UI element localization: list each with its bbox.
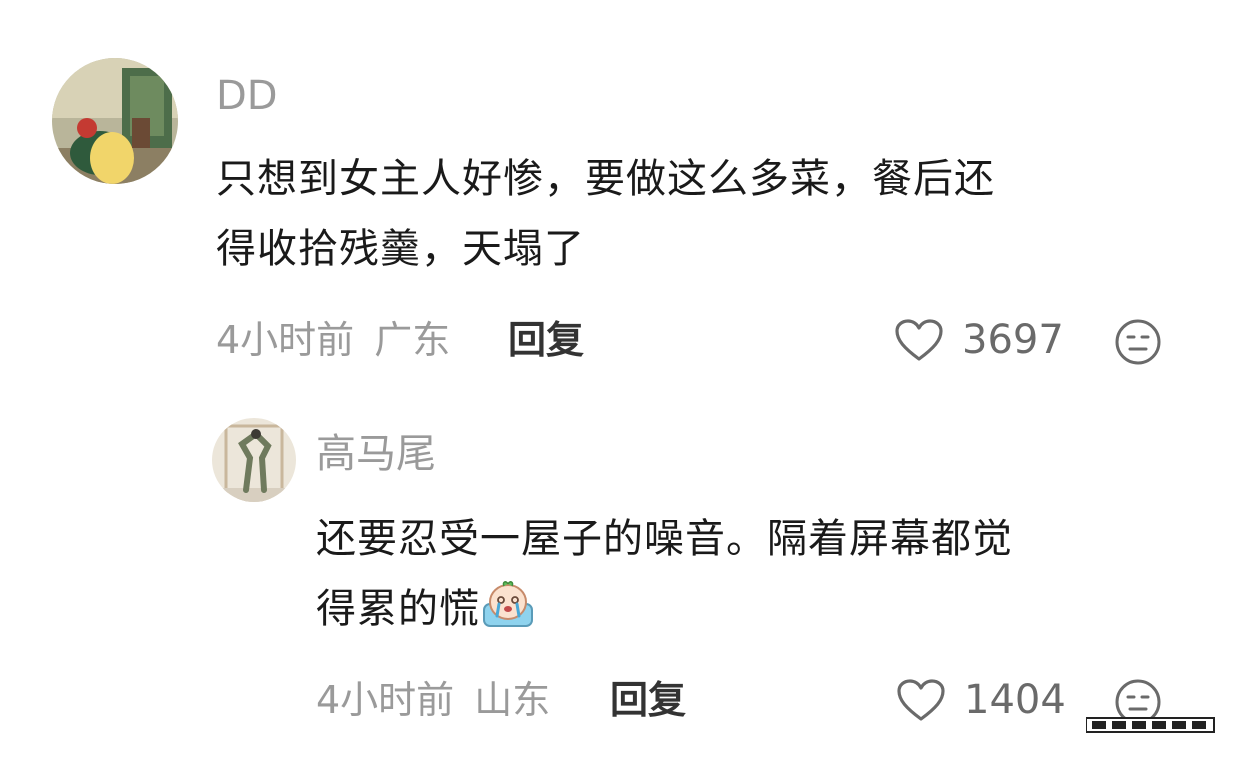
like-button[interactable]: 3697 [894, 316, 1064, 364]
expressionless-face-icon[interactable] [1114, 318, 1162, 370]
username[interactable]: DD [216, 72, 278, 120]
comment-text: 还要忍受一屋子的噪音。隔着屏幕都觉 得累的慌 [316, 504, 1013, 650]
comment-text-line: 得累的慌 [316, 574, 1013, 650]
crying-emoji [480, 580, 536, 650]
comment-meta: 4小时前 广东 [216, 316, 450, 364]
heart-outline-icon [895, 319, 943, 361]
comment-text-line: 得收拾残羹，天塌了 [216, 226, 585, 272]
timestamp: 4小时前 [316, 678, 455, 722]
comment-meta: 4小时前 山东 [316, 676, 550, 724]
username[interactable]: 高马尾 [316, 430, 436, 478]
like-button[interactable]: 1404 [896, 676, 1066, 724]
watermark-icon [1085, 710, 1216, 744]
heart-outline-icon [897, 679, 945, 721]
reply-button[interactable]: 回复 [610, 676, 686, 724]
comment-text: 只想到女主人好惨，要做这么多菜，餐后还 得收拾残羹，天塌了 [216, 144, 995, 284]
reply-button[interactable]: 回复 [508, 316, 584, 364]
timestamp: 4小时前 [216, 318, 355, 362]
avatar[interactable] [212, 418, 296, 502]
like-count: 3697 [962, 317, 1064, 363]
avatar[interactable] [52, 58, 178, 184]
location: 山东 [474, 678, 551, 722]
like-count: 1404 [964, 677, 1066, 723]
comment-text-line: 只想到女主人好惨，要做这么多菜，餐后还 [216, 156, 995, 202]
comment-text-line: 还要忍受一屋子的噪音。隔着屏幕都觉 [316, 516, 1013, 562]
location: 广东 [374, 318, 451, 362]
